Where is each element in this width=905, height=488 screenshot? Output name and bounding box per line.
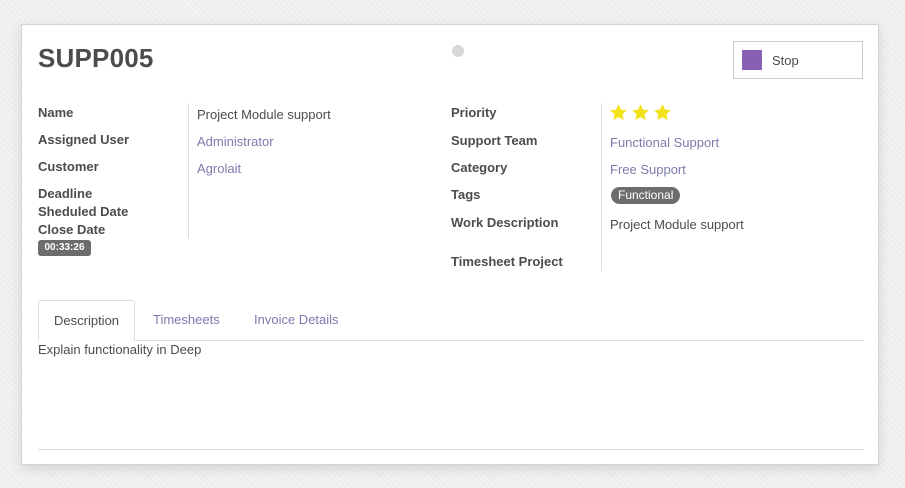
tags-label: Tags xyxy=(451,187,481,202)
tab-timesheets[interactable]: Timesheets xyxy=(138,300,235,340)
work-description-value[interactable]: Project Module support xyxy=(610,217,744,232)
description-text[interactable]: Explain functionality in Deep xyxy=(38,342,201,357)
tab-description[interactable]: Description xyxy=(38,300,136,341)
work-description-label: Work Description xyxy=(451,215,559,230)
name-value[interactable]: Project Module support xyxy=(197,107,331,122)
customer-link[interactable]: Agrolait xyxy=(197,161,241,176)
support-team-label: Support Team xyxy=(451,133,538,148)
name-label: Name xyxy=(38,105,74,120)
deadline-label: Deadline xyxy=(38,186,93,201)
customer-label: Customer xyxy=(38,159,99,174)
star-icon[interactable] xyxy=(631,103,650,122)
kanban-state-dot[interactable] xyxy=(452,45,464,57)
stop-square-icon xyxy=(742,50,762,70)
priority-label: Priority xyxy=(451,105,497,120)
timesheet-project-label: Timesheet Project xyxy=(451,254,563,269)
notebook-tabs: Description Timesheets Invoice Details xyxy=(38,300,864,341)
tab-invoice-details[interactable]: Invoice Details xyxy=(239,300,354,340)
assigned-user-label: Assigned User xyxy=(38,132,130,147)
bottom-divider xyxy=(38,449,864,450)
close-date-label: Close Date xyxy=(38,222,106,237)
assigned-user-link[interactable]: Administrator xyxy=(197,134,274,149)
scheduled-date-label: Sheduled Date xyxy=(38,204,129,219)
tag-badge-functional[interactable]: Functional xyxy=(611,187,681,204)
category-label: Category xyxy=(451,160,508,175)
star-icon[interactable] xyxy=(653,103,672,122)
support-team-link[interactable]: Functional Support xyxy=(610,135,719,150)
record-title: SUPP005 xyxy=(38,43,154,73)
timer-badge: 00:33:26 xyxy=(38,240,91,256)
stop-label: Stop xyxy=(772,52,799,68)
left-column-divider xyxy=(188,103,189,238)
category-link[interactable]: Free Support xyxy=(610,162,686,177)
star-icon[interactable] xyxy=(609,103,628,122)
ticket-form-sheet: SUPP005 Stop Name Assigned User Customer… xyxy=(21,24,879,465)
right-column-divider xyxy=(601,103,602,271)
stop-button[interactable]: Stop xyxy=(733,41,863,79)
priority-stars[interactable] xyxy=(609,103,672,122)
